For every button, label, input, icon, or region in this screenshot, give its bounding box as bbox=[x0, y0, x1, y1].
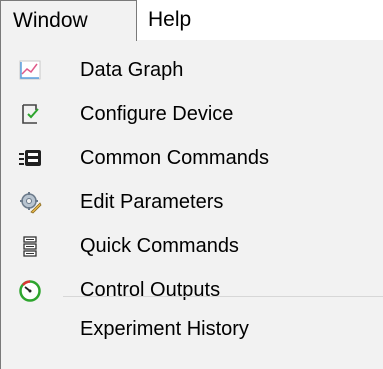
common-commands-icon bbox=[18, 146, 42, 170]
edit-parameters-icon bbox=[18, 190, 42, 214]
menu-item-common-commands[interactable]: Common Commands bbox=[1, 136, 383, 180]
menu-window[interactable]: Window bbox=[0, 0, 137, 41]
menu-window-label: Window bbox=[13, 9, 88, 32]
menu-item-common-commands-label: Common Commands bbox=[80, 147, 269, 169]
menu-item-data-graph[interactable]: Data Graph bbox=[1, 48, 383, 92]
menu-item-configure-device-label: Configure Device bbox=[80, 103, 234, 125]
menu-item-experiment-history-label: Experiment History bbox=[80, 318, 249, 340]
menu-item-control-outputs[interactable]: Control Outputs bbox=[1, 268, 383, 312]
quick-commands-icon bbox=[18, 234, 42, 258]
menu-item-configure-device[interactable]: Configure Device bbox=[1, 92, 383, 136]
menu-help[interactable]: Help bbox=[148, 0, 228, 40]
menu-item-control-outputs-label: Control Outputs bbox=[80, 279, 221, 301]
menu-help-label: Help bbox=[148, 8, 192, 31]
line-graph-icon bbox=[18, 58, 42, 82]
menu-item-data-graph-label: Data Graph bbox=[80, 59, 184, 81]
configure-device-icon bbox=[18, 102, 42, 126]
menu-item-experiment-history[interactable]: Experiment History bbox=[1, 307, 383, 351]
gauge-icon bbox=[18, 278, 42, 302]
menu-item-quick-commands[interactable]: Quick Commands bbox=[1, 224, 383, 268]
menu-separator bbox=[63, 296, 383, 297]
menu-item-edit-parameters-label: Edit Parameters bbox=[80, 191, 224, 213]
window-menu-dropdown: Data Graph Configure Device Common Comma… bbox=[0, 40, 383, 369]
menu-bar: Window Help bbox=[0, 0, 383, 41]
menu-item-edit-parameters[interactable]: Edit Parameters bbox=[1, 180, 383, 224]
menu-item-quick-commands-label: Quick Commands bbox=[80, 235, 239, 257]
